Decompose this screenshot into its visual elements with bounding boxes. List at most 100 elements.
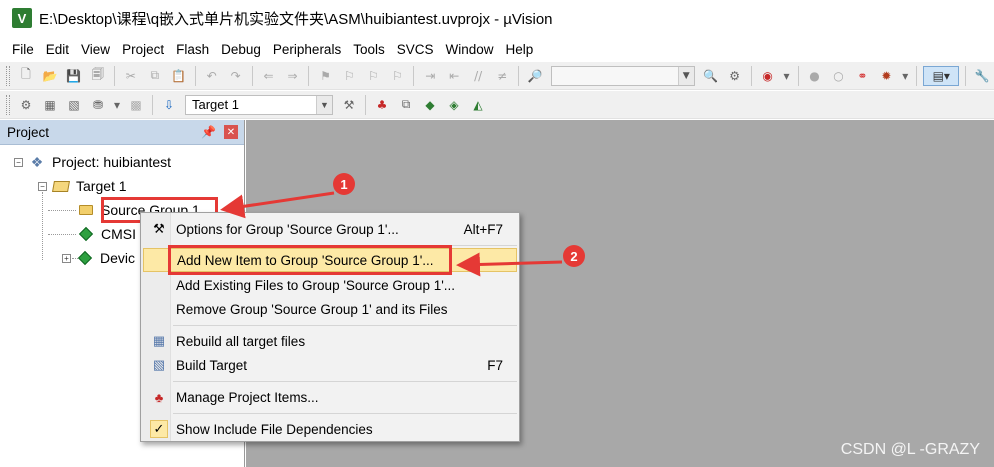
- toolbar-separator: [413, 65, 415, 86]
- toolbar-separator: [916, 65, 918, 86]
- prev-bookmark-icon[interactable]: ⚐: [339, 66, 359, 86]
- collapse-toggle[interactable]: −: [14, 157, 23, 167]
- menu-window[interactable]: Window: [439, 42, 499, 57]
- target-options-icon[interactable]: ⚒: [339, 95, 359, 115]
- toolbar-separator: [194, 65, 196, 86]
- debug-session-icon[interactable]: ◉: [758, 66, 778, 86]
- menu-peripherals[interactable]: Peripherals: [267, 42, 347, 57]
- menu-item-show-include-deps[interactable]: ✓ Show Include File Dependencies: [143, 417, 517, 441]
- menu-help[interactable]: Help: [500, 42, 540, 57]
- disable-all-breakpoints-icon[interactable]: ⚭: [852, 66, 872, 86]
- run-time-environment-icon[interactable]: ◭: [468, 95, 488, 115]
- menu-item-manage-project-items[interactable]: ♣ Manage Project Items...: [143, 385, 517, 409]
- menu-separator: [173, 381, 517, 382]
- configure-wrench-icon[interactable]: 🔧: [972, 66, 992, 86]
- menu-tools[interactable]: Tools: [347, 42, 391, 57]
- batch-build-icon[interactable]: ⛃: [88, 95, 108, 115]
- uvision-logo-icon: V: [12, 8, 32, 28]
- pack-installer-icon[interactable]: ◆: [420, 95, 440, 115]
- tree-item-target[interactable]: − Target 1: [38, 175, 127, 197]
- kill-breakpoints-icon[interactable]: ✹: [876, 66, 896, 86]
- menu-item-remove-group[interactable]: Remove Group 'Source Group 1' and its Fi…: [143, 297, 517, 321]
- select-software-packs-icon[interactable]: ◈: [444, 95, 464, 115]
- disable-breakpoint-icon[interactable]: ○: [828, 66, 848, 86]
- new-file-icon[interactable]: 🗋: [16, 66, 36, 86]
- menu-item-label: Add Existing Files to Group 'Source Grou…: [176, 277, 456, 293]
- download-load-icon[interactable]: ⇩: [159, 95, 179, 115]
- toolbar-grip[interactable]: [6, 94, 10, 115]
- menu-item-options-for-group[interactable]: ⚒ Options for Group 'Source Group 1'... …: [143, 217, 517, 241]
- undo-icon[interactable]: ↶: [202, 66, 222, 86]
- save-icon[interactable]: 💾: [64, 66, 84, 86]
- menu-item-rebuild-all[interactable]: ▦ Rebuild all target files: [143, 329, 517, 353]
- chevron-down-icon[interactable]: ▼: [677, 66, 694, 85]
- clear-bookmarks-icon[interactable]: ⚐: [387, 66, 407, 86]
- comment-icon[interactable]: //: [468, 66, 488, 86]
- menu-separator: [173, 325, 517, 326]
- bookmark-icon[interactable]: ⚑: [315, 66, 335, 86]
- menu-debug[interactable]: Debug: [215, 42, 267, 57]
- tree-item-target-label: Target 1: [76, 178, 127, 194]
- unindent-icon[interactable]: ⇤: [444, 66, 464, 86]
- find-combo[interactable]: ▼: [551, 65, 695, 86]
- cut-icon[interactable]: ✂: [121, 66, 141, 86]
- collapse-toggle[interactable]: −: [38, 181, 47, 191]
- annotation-highlight-box: [168, 245, 452, 275]
- menu-separator: [173, 413, 517, 414]
- pin-icon[interactable]: 📌: [201, 125, 216, 139]
- find-in-files-icon[interactable]: 🔎: [525, 66, 545, 86]
- menu-item-label: Show Include File Dependencies: [176, 421, 373, 437]
- file-extensions-icon[interactable]: ⧉: [396, 95, 416, 115]
- rebuild-icon[interactable]: ▧: [64, 95, 84, 115]
- indent-icon[interactable]: ⇥: [420, 66, 440, 86]
- chevron-down-icon[interactable]: ▾: [112, 95, 122, 115]
- chevron-down-icon[interactable]: ▾: [782, 66, 792, 86]
- expand-toggle[interactable]: +: [62, 253, 71, 263]
- menu-item-build-target[interactable]: ▧ Build Target F7: [143, 353, 517, 377]
- open-folder-icon[interactable]: 📂: [40, 66, 60, 86]
- breakpoint-icon[interactable]: ●: [805, 66, 825, 86]
- toolbar-grip[interactable]: [6, 65, 10, 86]
- menu-project[interactable]: Project: [116, 42, 170, 57]
- uncomment-icon[interactable]: ≠: [492, 66, 512, 86]
- tree-item-device[interactable]: + Devic: [62, 247, 135, 269]
- build-icon[interactable]: ▦: [40, 95, 60, 115]
- tree-item-cmsis[interactable]: CMSI: [78, 223, 136, 245]
- tree-item-cmsis-label: CMSI: [101, 226, 136, 242]
- close-icon[interactable]: ✕: [224, 125, 238, 139]
- menu-file[interactable]: File: [0, 42, 40, 57]
- options-wand-icon: ⚒: [153, 221, 165, 236]
- menu-item-add-existing-files[interactable]: Add Existing Files to Group 'Source Grou…: [143, 273, 517, 297]
- navigate-back-icon[interactable]: ⇐: [259, 66, 279, 86]
- build-toolbar: ⚙ ▦ ▧ ⛃ ▾ ▩ ⇩ Target 1 ▼ ⚒ ♣ ⧉ ◆ ◈ ◭: [0, 91, 994, 119]
- menu-flash[interactable]: Flash: [170, 42, 215, 57]
- manage-project-items-icon[interactable]: ♣: [372, 95, 392, 115]
- menu-item-label: Build Target: [176, 357, 248, 373]
- menu-svcs[interactable]: SVCS: [391, 42, 440, 57]
- chevron-down-icon[interactable]: ▼: [316, 95, 332, 114]
- folder-icon: [78, 203, 94, 217]
- checkmark-icon: ✓: [148, 419, 170, 439]
- tree-item-project-label: Project: huibiantest: [52, 154, 172, 170]
- translate-icon[interactable]: ⚙: [16, 95, 36, 115]
- target-select[interactable]: Target 1 ▼: [185, 94, 333, 115]
- manage-project-items-icon: ♣: [154, 389, 164, 405]
- navigate-forward-icon[interactable]: ⇒: [283, 66, 303, 86]
- copy-icon[interactable]: ⧉: [145, 66, 165, 86]
- tree-connector: [48, 234, 76, 235]
- tree-item-project[interactable]: − ❖ Project: huibiantest: [14, 151, 171, 173]
- chevron-down-icon[interactable]: ▾: [900, 66, 910, 86]
- save-all-icon[interactable]: 🗐: [88, 66, 108, 86]
- menu-edit[interactable]: Edit: [40, 42, 75, 57]
- toolbar-separator: [113, 65, 115, 86]
- redo-icon[interactable]: ↷: [226, 66, 246, 86]
- window-layout-icon[interactable]: ▤▾: [923, 65, 960, 86]
- incremental-find-icon[interactable]: ⚙: [725, 66, 745, 86]
- project-icon: ❖: [30, 153, 44, 170]
- next-bookmark-icon[interactable]: ⚐: [363, 66, 383, 86]
- stop-build-icon[interactable]: ▩: [126, 95, 146, 115]
- rebuild-icon: ▦: [152, 333, 166, 348]
- paste-icon[interactable]: 📋: [169, 66, 189, 86]
- find-icon[interactable]: 🔍: [701, 66, 721, 86]
- menu-view[interactable]: View: [75, 42, 116, 57]
